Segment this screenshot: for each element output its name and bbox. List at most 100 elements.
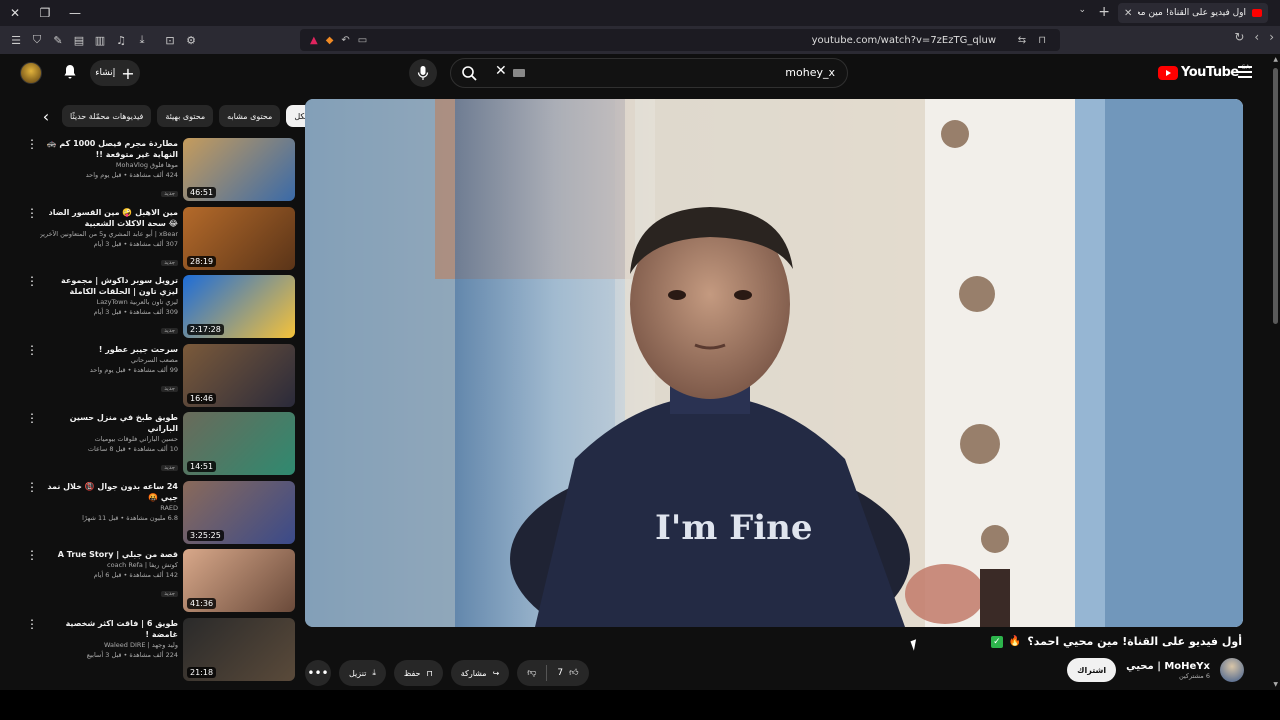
related-video-channel[interactable]: ليزي تاون بالعربية LazyTown xyxy=(40,297,178,307)
video-title: أول فيديو على القناة! مين محيي احمد؟ 🔥 ✓ xyxy=(990,635,1242,648)
address-bar[interactable]: ▲ ◆ ↶ ▭ youtube.com/watch?v=7zEzTG_qluw … xyxy=(300,29,1060,51)
channel-avatar[interactable] xyxy=(1220,658,1244,682)
minimize-window-icon[interactable]: — xyxy=(60,0,90,26)
music-icon[interactable]: ♫ xyxy=(111,30,131,50)
like-button[interactable]: 7 👍︎ xyxy=(547,660,588,686)
scroll-up-icon[interactable]: ▲ xyxy=(1273,56,1278,63)
search-box[interactable]: ✕ mohey_x xyxy=(450,58,848,88)
clear-search-icon[interactable]: ✕ xyxy=(495,63,507,79)
menu-icon[interactable]: ☰ xyxy=(6,30,26,50)
related-video-item[interactable]: ⋮ طويق طبخ في منزل حسين الباراني حسين البا… xyxy=(22,412,298,481)
related-video-title[interactable]: ترويل سوبر داكوش | مجموعة ليزي تاون | ال… xyxy=(40,275,178,297)
keyboard-icon[interactable] xyxy=(513,69,525,77)
more-options-icon[interactable]: ⋮ xyxy=(26,618,38,630)
related-video-title[interactable]: مطاردة مجرم فيصل 1000 كم 🚓 النهاية غير م… xyxy=(40,138,178,160)
related-video-item[interactable]: ⋮ مطاردة مجرم فيصل 1000 كم 🚓 النهاية غير … xyxy=(22,138,298,207)
related-video-thumbnail[interactable]: 14:51 xyxy=(183,412,295,475)
more-options-icon[interactable]: ⋮ xyxy=(26,481,38,493)
search-icon[interactable] xyxy=(461,65,477,81)
video-player[interactable]: I'm Fine xyxy=(305,99,1243,627)
related-video-thumbnail[interactable]: 41:36 xyxy=(183,549,295,612)
related-video-thumbnail[interactable]: 46:51 xyxy=(183,138,295,201)
voice-search-button[interactable] xyxy=(409,59,437,87)
more-options-icon[interactable]: ⋮ xyxy=(26,138,38,150)
related-video-channel[interactable]: وليد وجهد | Waleed DIRE xyxy=(40,640,178,650)
check-emoji-icon: ✓ xyxy=(990,635,1003,648)
new-tab-button[interactable]: + xyxy=(1098,4,1110,20)
download-icon[interactable]: ⤓ xyxy=(132,30,152,50)
related-video-title[interactable]: قصة من جبلي | A True Story xyxy=(40,549,178,560)
related-video-title[interactable]: مين الاهبل 🤪 مين القسور الضاد 😂 سحة الاك… xyxy=(40,207,178,229)
back-icon[interactable]: ‹ xyxy=(1254,30,1259,44)
related-video-item[interactable]: ⋮ ترويل سوبر داكوش | مجموعة ليزي تاون | ا… xyxy=(22,275,298,344)
share-button[interactable]: مشاركة ↪ xyxy=(450,660,510,686)
back-history-icon[interactable]: ↶ xyxy=(341,35,349,46)
dislike-button[interactable]: 👎︎ xyxy=(517,660,546,686)
youtube-logo[interactable]: YouTube SA xyxy=(1158,64,1250,80)
related-video-item[interactable]: ⋮ مين الاهبل 🤪 مين القسور الضاد 😂 سحة الا… xyxy=(22,206,298,276)
search-input[interactable]: mohey_x xyxy=(785,66,835,79)
related-video-channel[interactable]: حسين الباراني فلوقات بيوميات xyxy=(40,434,178,444)
share-icon: ↪ xyxy=(492,668,500,678)
related-video-title[interactable]: طويق طبخ في منزل حسين الباراني xyxy=(40,412,178,434)
tabs-icon[interactable]: ▤ xyxy=(69,30,89,50)
notifications-bell-icon[interactable] xyxy=(60,62,80,82)
related-video-channel[interactable]: مصعب السرحاني xyxy=(40,355,178,365)
reload-icon[interactable]: ↻ xyxy=(1234,30,1244,44)
url-text[interactable]: youtube.com/watch?v=7zEzTG_qluw xyxy=(812,35,996,46)
related-video-item[interactable]: ⋮ سرحت جيبر عطور ! مصعب السرحاني 99 ألف مشا… xyxy=(22,343,298,413)
related-video-views: 10 ألف مشاهدة • قبل 8 ساعات xyxy=(87,445,178,453)
account-avatar[interactable] xyxy=(20,62,42,84)
subscribe-button[interactable]: اشتراك xyxy=(1067,658,1117,682)
tab-close-icon[interactable]: ✕ xyxy=(1124,8,1132,19)
extension-icon[interactable]: ⚙ xyxy=(181,30,201,50)
bookmark-icon[interactable]: ⊓ xyxy=(1038,35,1046,46)
related-video-channel[interactable]: xBear | أبو عابد المشري و5 من المتعاونين… xyxy=(40,229,178,239)
create-button[interactable]: إنشاء + xyxy=(90,60,140,86)
related-video-thumbnail[interactable]: 2:17:28 xyxy=(183,275,295,338)
related-video-channel[interactable]: كوتش ريفا | coach Refa xyxy=(40,560,178,570)
related-video-thumbnail[interactable]: 16:46 xyxy=(183,343,295,407)
download-button[interactable]: تنزيل ⤓ xyxy=(339,660,386,686)
chip-related[interactable]: محتوى بهيئة xyxy=(157,105,214,127)
channel-name[interactable]: MoHeYx | محيي xyxy=(1126,661,1210,672)
save-button[interactable]: حفظ ⊓ xyxy=(393,660,443,686)
browser-tab[interactable]: أول فيديو على القناة! مين محيي... ✕ xyxy=(1118,3,1268,23)
more-actions-button[interactable]: ••• xyxy=(305,660,331,686)
more-options-icon[interactable]: ⋮ xyxy=(26,549,38,561)
shield-icon[interactable]: ⛉ xyxy=(27,30,47,50)
translate-icon[interactable]: ⇆ xyxy=(1018,35,1026,46)
tab-list-icon[interactable]: ⌄ xyxy=(1078,5,1086,15)
related-video-thumbnail[interactable]: 21:18 xyxy=(183,617,295,681)
related-video-channel[interactable]: موها فلوق MohaVlog xyxy=(40,160,178,170)
blocker-extension-icon[interactable]: ◆ xyxy=(326,35,334,46)
related-video-channel[interactable]: RAED xyxy=(40,503,178,513)
related-video-thumbnail[interactable]: 3:25:25 xyxy=(183,480,295,544)
related-video-title[interactable]: سرحت جيبر عطور ! xyxy=(40,344,178,355)
monitor-icon[interactable]: ▭ xyxy=(358,35,367,46)
related-video-item[interactable]: ⋮ قصة من جبلي | A True Story كوتش ريفا | c… xyxy=(22,549,298,618)
more-options-icon[interactable]: ⋮ xyxy=(26,412,38,424)
chip-similar[interactable]: محتوى مشابه xyxy=(219,105,281,127)
triangle-extension-icon[interactable]: ▲ xyxy=(310,35,318,46)
sidebar-icon[interactable]: ▥ xyxy=(90,30,110,50)
chip-scroll-left-icon[interactable]: ‹ xyxy=(36,106,56,126)
page-scrollbar[interactable]: ▲ ▼ xyxy=(1270,54,1280,690)
brush-icon[interactable]: ✎ xyxy=(48,30,68,50)
more-options-icon[interactable]: ⋮ xyxy=(26,207,38,219)
guide-menu-icon[interactable] xyxy=(1238,66,1252,78)
related-video-title[interactable]: 24 ساعه بدون جوال 📵 خلال نمد جيي 🤬 xyxy=(40,481,178,503)
scroll-thumb[interactable] xyxy=(1273,68,1278,324)
scroll-down-icon[interactable]: ▼ xyxy=(1273,681,1278,688)
related-video-item[interactable]: ⋮ 24 ساعه بدون جوال 📵 خلال نمد جيي 🤬 RAED 6… xyxy=(22,480,298,550)
more-options-icon[interactable]: ⋮ xyxy=(26,275,38,287)
close-window-icon[interactable]: ✕ xyxy=(0,0,30,26)
screenshot-icon[interactable]: ⊡ xyxy=(160,30,180,50)
related-video-thumbnail[interactable]: 28:19 xyxy=(183,206,295,270)
more-options-icon[interactable]: ⋮ xyxy=(26,344,38,356)
chip-uploaded-recently[interactable]: فيديوهات محمّلة حديثًا xyxy=(62,105,152,127)
restore-window-icon[interactable]: ❐ xyxy=(30,0,60,26)
related-video-item[interactable]: ⋮ طويق 6 | فاقت اكثر شخصية غامضة ! وليد وج… xyxy=(22,617,298,687)
related-video-title[interactable]: طويق 6 | فاقت اكثر شخصية غامضة ! xyxy=(40,618,178,640)
forward-icon[interactable]: › xyxy=(1269,30,1274,44)
